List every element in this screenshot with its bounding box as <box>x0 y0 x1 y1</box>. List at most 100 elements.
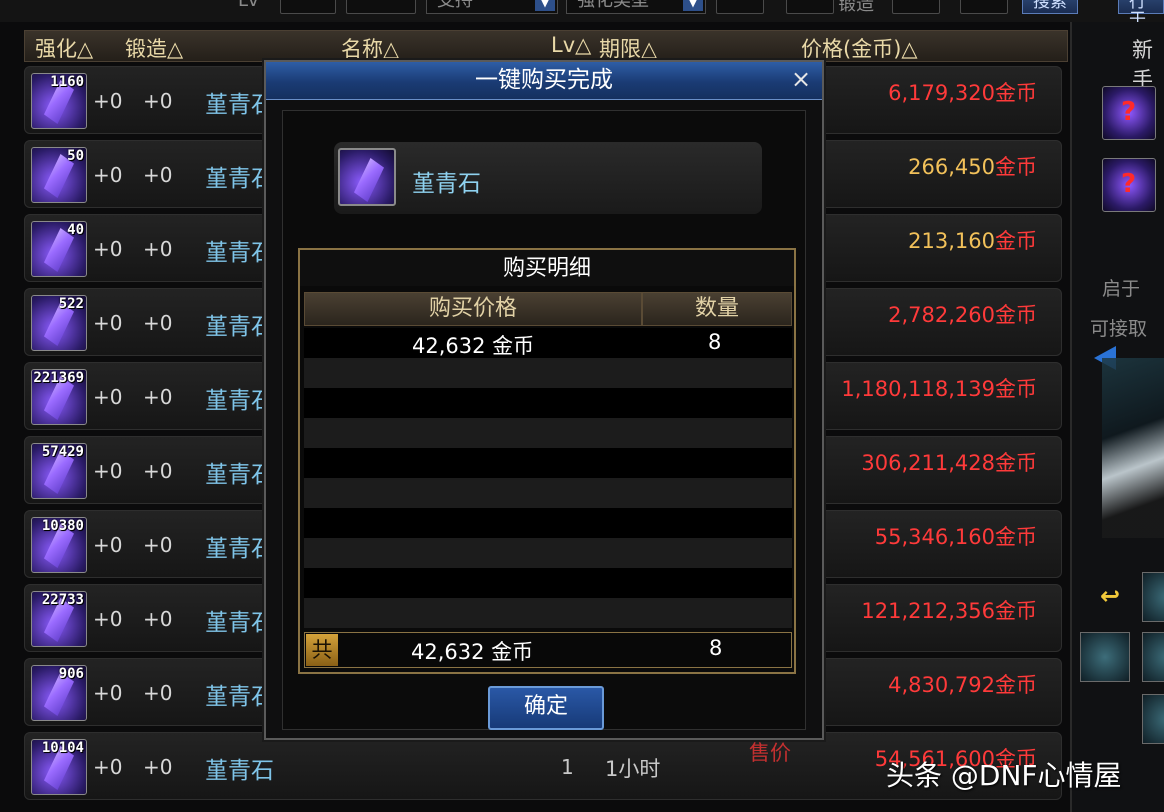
enhance-level: +0 <box>93 311 123 335</box>
gem-icon: 522 <box>31 295 87 351</box>
header-forge[interactable]: 锻造△ <box>125 33 183 63</box>
chevron-down-icon: ▼ <box>683 0 703 11</box>
enhance-type-select[interactable]: 强化类型 ▼ <box>566 0 706 14</box>
enhance-min-input[interactable] <box>716 0 764 14</box>
enhance-level: +0 <box>93 237 123 261</box>
enhance-level: +0 <box>93 385 123 409</box>
return-arrow-icon[interactable]: ↩ <box>1100 582 1120 610</box>
search-button[interactable]: 搜索 <box>1022 0 1078 14</box>
price-value: 306,211,428 <box>861 451 995 475</box>
forge-min-input[interactable] <box>892 0 940 14</box>
sale-tag: 售价 <box>749 741 791 765</box>
confirm-button[interactable]: 确定 <box>488 686 604 730</box>
right-panel-title: 新手 <box>1132 38 1153 92</box>
currency-label: 金币 <box>995 155 1037 179</box>
skill-icon[interactable] <box>1142 694 1164 744</box>
price-value: 2,782,260 <box>888 303 995 327</box>
purchased-item-name: 堇青石 <box>412 171 481 197</box>
forge-level: +0 <box>143 237 173 261</box>
total-price: 42,632 金币 <box>411 640 534 664</box>
price-value: 121,212,356 <box>861 599 995 623</box>
item-quantity: 906 <box>58 666 84 682</box>
price-value: 4,830,792 <box>888 673 995 697</box>
right-panel-text: 可接取 <box>1090 318 1148 340</box>
currency-label: 金币 <box>995 229 1037 253</box>
header-price[interactable]: 价格(金币)△ <box>801 33 918 63</box>
item-price: 121,212,356金币 <box>861 595 1037 625</box>
forge-level: +0 <box>143 311 173 335</box>
gem-icon: 40 <box>31 221 87 277</box>
enhance-max-input[interactable] <box>786 0 834 14</box>
right-side-panel: 新手 ? ? 启于 可接取 ↩ <box>1070 22 1164 812</box>
detail-title: 购买明细 <box>300 250 794 286</box>
item-quantity: 10380 <box>41 518 84 534</box>
chevron-down-icon: ▼ <box>535 0 555 11</box>
header-duration[interactable]: 期限△ <box>599 33 657 63</box>
table-row <box>304 568 792 598</box>
gem-icon: 221369 <box>31 369 87 425</box>
forge-level: +0 <box>143 163 173 187</box>
price-value: 55,346,160 <box>874 525 995 549</box>
item-level: 1 <box>561 755 574 779</box>
item-name: 堇青石 <box>205 758 274 784</box>
skill-icon[interactable] <box>1080 632 1130 682</box>
forge-level: +0 <box>143 607 173 631</box>
enhance-level: +0 <box>93 755 123 779</box>
table-row <box>304 448 792 478</box>
currency-label: 金币 <box>995 451 1037 475</box>
close-icon[interactable]: × <box>788 66 814 92</box>
mystery-box-icon[interactable]: ? <box>1102 158 1156 212</box>
character-portrait <box>1102 358 1164 538</box>
item-quantity: 50 <box>67 148 84 164</box>
item-price: 55,346,160金币 <box>875 521 1037 551</box>
table-row <box>304 388 792 418</box>
forge-level: +0 <box>143 459 173 483</box>
row-price: 42,632 金币 <box>412 334 535 358</box>
purchased-item: 堇青石 <box>334 142 762 214</box>
price-value: 6,179,320 <box>888 81 995 105</box>
price-value: 1,180,118,139 <box>841 377 995 401</box>
item-quantity: 522 <box>58 296 84 312</box>
forge-label: 锻造 <box>838 0 874 15</box>
header-level[interactable]: Lv△ <box>551 33 591 57</box>
header-enhance[interactable]: 强化△ <box>35 33 93 63</box>
item-price: 213,160金币 <box>908 225 1037 255</box>
item-quantity: 22733 <box>41 592 84 608</box>
support-select[interactable]: 支持 ▼ <box>426 0 558 14</box>
row-quantity: 8 <box>708 330 722 354</box>
enhance-type-select-value: 强化类型 <box>577 0 649 11</box>
forge-level: +0 <box>143 385 173 409</box>
table-row <box>304 478 792 508</box>
skill-icon[interactable] <box>1142 632 1164 682</box>
lv-label: Lv <box>238 0 259 11</box>
table-row <box>304 418 792 448</box>
forge-level: +0 <box>143 89 173 113</box>
gem-icon: 57429 <box>31 443 87 499</box>
currency-label: 金币 <box>995 81 1037 105</box>
enhance-level: +0 <box>93 607 123 631</box>
currency-label: 金币 <box>995 525 1037 549</box>
forge-max-input[interactable] <box>960 0 1008 14</box>
item-duration: 1小时 <box>605 757 661 781</box>
enhance-level: +0 <box>93 681 123 705</box>
item-price: 306,211,428金币 <box>861 447 1037 477</box>
lv-max-input[interactable] <box>346 0 416 14</box>
table-row <box>304 508 792 538</box>
purchase-complete-dialog: 一键购买完成 × 堇青石 购买明细 购买价格 数量 42,632 金币 8 共 <box>264 60 824 740</box>
header-name[interactable]: 名称△ <box>341 33 399 63</box>
item-price: 2,782,260金币 <box>888 299 1037 329</box>
currency-label: 金币 <box>995 303 1037 327</box>
mystery-box-icon[interactable]: ? <box>1102 86 1156 140</box>
lv-min-input[interactable] <box>280 0 336 14</box>
purchase-detail-panel: 购买明细 购买价格 数量 42,632 金币 8 共 42,632 金币 8 <box>298 248 796 674</box>
enhance-level: +0 <box>93 89 123 113</box>
item-quantity: 1160 <box>50 74 84 90</box>
support-select-value: 支持 <box>437 0 473 11</box>
other-button[interactable]: 行于 <box>1118 0 1164 29</box>
gem-icon: 10104 <box>31 739 87 795</box>
gem-icon <box>338 148 396 206</box>
forge-level: +0 <box>143 533 173 557</box>
total-row: 共 42,632 金币 8 <box>304 632 792 668</box>
avatar[interactable] <box>1142 572 1164 622</box>
item-quantity: 221369 <box>33 370 84 386</box>
